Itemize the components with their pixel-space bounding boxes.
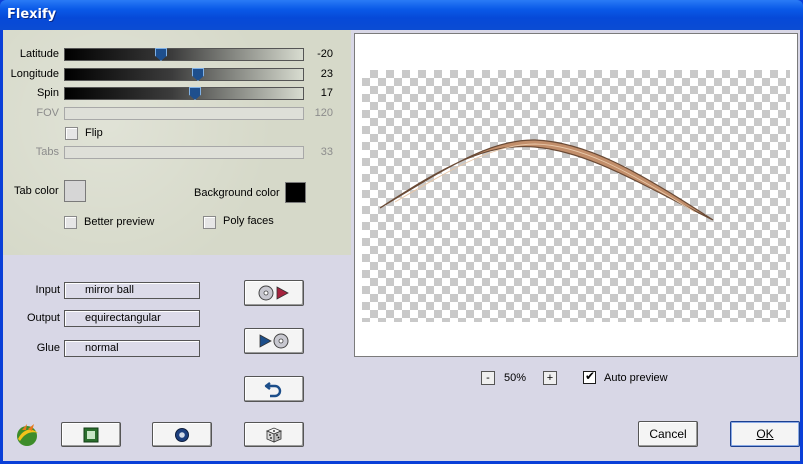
flexed-curve-preview xyxy=(379,139,714,221)
spin-value: 17 xyxy=(320,87,333,99)
window-title: Flexify xyxy=(7,7,57,22)
play-disc-icon xyxy=(259,333,289,349)
disc-play-icon xyxy=(258,285,289,301)
longitude-thumb[interactable] xyxy=(192,68,204,81)
cancel-button[interactable]: Cancel xyxy=(638,421,698,447)
title-bar[interactable]: Flexify xyxy=(0,0,803,30)
background-color-swatch[interactable] xyxy=(285,182,306,203)
longitude-label: Longitude xyxy=(10,68,59,80)
tab-color-label: Tab color xyxy=(14,185,59,197)
cancel-label: Cancel xyxy=(649,427,687,441)
flexify-window: Flexify Latitude -20 Longitude 23 Spin 1… xyxy=(0,0,803,464)
poly-faces-checkbox[interactable] xyxy=(203,216,216,229)
output-label: Output xyxy=(26,312,60,324)
auto-preview-label: Auto preview xyxy=(604,372,668,384)
disc-to-play-button[interactable] xyxy=(244,280,304,306)
zoom-out-button[interactable]: - xyxy=(481,371,495,385)
square-button[interactable] xyxy=(61,422,121,447)
green-square-icon xyxy=(83,427,99,442)
output-select[interactable]: equirectangular xyxy=(64,310,200,327)
fov-label: FOV xyxy=(36,107,59,119)
flip-label: Flip xyxy=(85,127,103,139)
glue-label: Glue xyxy=(36,342,60,354)
circle-button[interactable] xyxy=(152,422,212,447)
play-to-disc-button[interactable] xyxy=(244,328,304,354)
flexify-logo xyxy=(13,421,41,449)
spin-thumb[interactable] xyxy=(189,87,201,100)
tab-color-swatch[interactable] xyxy=(64,180,86,202)
tabs-value: 33 xyxy=(320,146,333,158)
poly-faces-label: Poly faces xyxy=(223,215,274,227)
glue-select[interactable]: normal xyxy=(64,340,200,357)
latitude-slider[interactable] xyxy=(64,48,304,61)
spin-label: Spin xyxy=(36,87,59,99)
better-preview-label: Better preview xyxy=(84,216,155,228)
better-preview-checkbox[interactable] xyxy=(64,216,77,229)
ok-button[interactable]: OK xyxy=(730,421,800,447)
undo-arrow-icon xyxy=(264,382,282,398)
input-label: Input xyxy=(35,284,60,296)
blue-circle-icon xyxy=(175,427,189,442)
flexify-logo-icon xyxy=(17,424,38,446)
auto-preview-checkbox[interactable] xyxy=(583,369,596,384)
dice-icon xyxy=(265,427,283,443)
latitude-label: Latitude xyxy=(19,48,59,60)
latitude-thumb[interactable] xyxy=(155,48,167,61)
preview-canvas[interactable] xyxy=(354,33,798,357)
background-color-label: Background color xyxy=(194,187,280,199)
input-select[interactable]: mirror ball xyxy=(64,282,200,299)
longitude-slider[interactable] xyxy=(64,68,304,81)
parameters-panel xyxy=(3,30,351,255)
randomize-button[interactable] xyxy=(244,422,304,447)
zoom-level: 50% xyxy=(504,372,527,384)
fov-slider xyxy=(64,107,304,120)
latitude-value: -20 xyxy=(317,48,333,60)
zoom-in-button[interactable]: + xyxy=(543,371,557,385)
ok-label: OK xyxy=(756,427,774,441)
reset-button[interactable] xyxy=(244,376,304,402)
fov-value: 120 xyxy=(314,107,333,119)
spin-slider[interactable] xyxy=(64,87,304,100)
tabs-slider xyxy=(64,146,304,159)
flip-checkbox[interactable] xyxy=(65,127,78,140)
tabs-label: Tabs xyxy=(35,146,59,158)
longitude-value: 23 xyxy=(320,68,333,80)
dialog-client: Latitude -20 Longitude 23 Spin 17 FOV 12… xyxy=(3,30,800,461)
